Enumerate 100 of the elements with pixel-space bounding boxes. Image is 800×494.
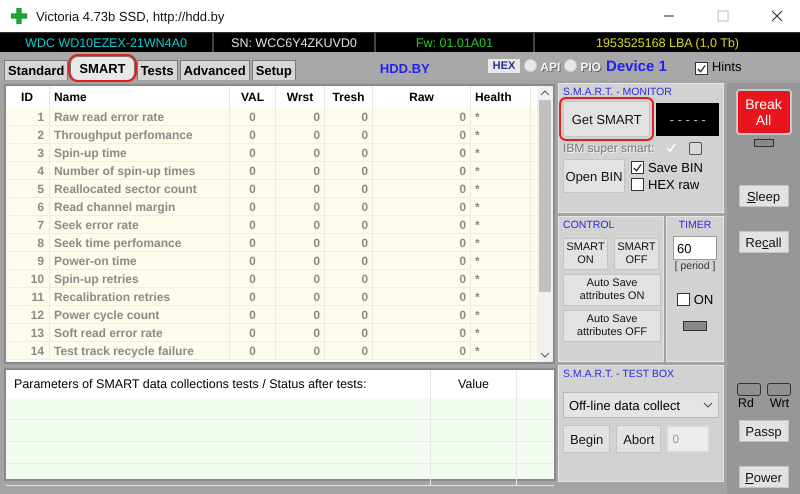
tab[interactable]: Advanced xyxy=(180,60,250,80)
device-label: Device 1 xyxy=(606,58,667,75)
table-cell: * xyxy=(471,306,531,323)
count-field: 0 xyxy=(667,426,710,452)
table-cell: 0 xyxy=(373,216,471,233)
indicator-light xyxy=(754,139,774,147)
table-cell: * xyxy=(471,108,531,125)
table-cell: 0 xyxy=(230,126,276,143)
smart-on-button[interactable]: SMART ON xyxy=(563,238,608,270)
tab[interactable]: SMART xyxy=(70,56,135,80)
side-button[interactable]: Power xyxy=(738,466,788,488)
table-cell: Soft read error rate xyxy=(50,324,230,341)
table-cell: 0 xyxy=(230,144,276,161)
table-cell: 0 xyxy=(325,126,373,143)
table-cell: 0 xyxy=(276,216,325,233)
table-cell: 0 xyxy=(276,324,325,341)
indicator-light xyxy=(766,383,790,396)
table-cell: 1 xyxy=(6,108,50,125)
column-header: Value xyxy=(431,370,517,398)
table-cell: * xyxy=(471,198,531,215)
indicator-label: Rd xyxy=(738,396,754,410)
tab[interactable]: Setup xyxy=(252,60,296,80)
hex-button[interactable]: HEX xyxy=(488,59,520,73)
table-cell: Raw read error rate xyxy=(50,108,230,125)
side-button[interactable]: Passp xyxy=(738,420,788,442)
table-cell: 0 xyxy=(230,108,276,125)
table-cell: 12 xyxy=(6,306,50,323)
auto-save-button[interactable]: Auto Save attributes ON xyxy=(563,274,661,306)
checkbox[interactable] xyxy=(631,161,644,174)
test-select[interactable]: Off-line data collect xyxy=(563,392,719,418)
side-button[interactable]: Sleep xyxy=(738,185,788,207)
table-cell: Test track recycle failure xyxy=(50,342,230,359)
table-cell: Power-on time xyxy=(50,252,230,269)
table-cell: 0 xyxy=(373,144,471,161)
table-cell: 0 xyxy=(276,108,325,125)
abort-button[interactable]: Abort xyxy=(616,425,662,453)
table-cell: 0 xyxy=(230,288,276,305)
table-cell: 0 xyxy=(276,198,325,215)
table-cell: Spin-up time xyxy=(50,144,230,161)
begin-button[interactable]: Begin xyxy=(563,425,610,453)
checkbox[interactable] xyxy=(689,142,702,154)
scrollbar[interactable] xyxy=(537,86,553,362)
table-cell: 0 xyxy=(325,108,373,125)
table-cell: * xyxy=(471,252,531,269)
close-icon[interactable] xyxy=(771,10,783,22)
panel-title: CONTROL xyxy=(563,219,616,231)
table-cell: 0 xyxy=(325,252,373,269)
side-button[interactable]: Recall xyxy=(738,231,788,253)
table-cell: 0 xyxy=(373,198,471,215)
table-cell: 0 xyxy=(325,234,373,251)
plus-icon xyxy=(10,7,28,25)
smart-off-button[interactable]: SMART OFF xyxy=(614,238,659,270)
period-field[interactable]: 60 xyxy=(673,236,717,260)
panel-title: S.M.A.R.T. - TEST BOX xyxy=(563,368,676,380)
checkbox-label: ON xyxy=(694,292,714,307)
table-cell: 0 xyxy=(325,144,373,161)
tab[interactable]: Standard xyxy=(4,60,68,80)
table-cell: 0 xyxy=(276,126,325,143)
checkbox[interactable] xyxy=(631,178,644,191)
table-cell: 0 xyxy=(325,162,373,179)
table-cell: 9 xyxy=(6,252,50,269)
panel-title: TIMER xyxy=(678,219,712,231)
table-cell: 0 xyxy=(373,108,471,125)
panel-title: S.M.A.R.T. - MONITOR xyxy=(563,86,673,98)
open-bin-button[interactable]: Open BIN xyxy=(563,159,625,193)
radio-label: API xyxy=(540,60,560,74)
table-cell: Seek error rate xyxy=(50,216,230,233)
table-cell: 11 xyxy=(6,288,50,305)
status-display: - - - - - xyxy=(656,102,719,136)
table-cell: 0 xyxy=(325,306,373,323)
radio-button[interactable] xyxy=(564,59,578,72)
table-cell: 0 xyxy=(276,144,325,161)
table-cell: 0 xyxy=(373,162,471,179)
table-cell: 0 xyxy=(230,342,276,359)
table-cell: 0 xyxy=(276,252,325,269)
table-cell: Recalibration retries xyxy=(50,288,230,305)
table-cell: 4 xyxy=(6,162,50,179)
table-cell: 0 xyxy=(276,306,325,323)
checkbox-label: Save BIN xyxy=(648,160,703,175)
scroll-up-icon[interactable] xyxy=(540,90,550,96)
table-cell: * xyxy=(471,126,531,143)
table-cell: 13 xyxy=(6,324,50,341)
checkbox[interactable] xyxy=(676,293,690,306)
table-cell: * xyxy=(471,216,531,233)
table-cell: 0 xyxy=(325,198,373,215)
table-cell: 0 xyxy=(373,234,471,251)
break-all-button[interactable]: Break All xyxy=(736,89,792,135)
table-cell: Throughput perfomance xyxy=(50,126,230,143)
radio-button[interactable] xyxy=(524,59,538,72)
table-cell: Reallocated sector count xyxy=(50,180,230,197)
table-cell: 0 xyxy=(276,342,325,359)
table-cell: * xyxy=(471,180,531,197)
auto-save-button[interactable]: Auto Save attributes OFF xyxy=(563,310,661,342)
scroll-down-icon[interactable] xyxy=(540,352,550,358)
table-cell: 0 xyxy=(325,342,373,359)
indicator-light xyxy=(683,321,707,331)
tab[interactable]: Tests xyxy=(136,60,178,80)
table-cell: Seek time perfomance xyxy=(50,234,230,251)
checkbox[interactable] xyxy=(694,62,708,75)
table-cell: 5 xyxy=(6,180,50,197)
